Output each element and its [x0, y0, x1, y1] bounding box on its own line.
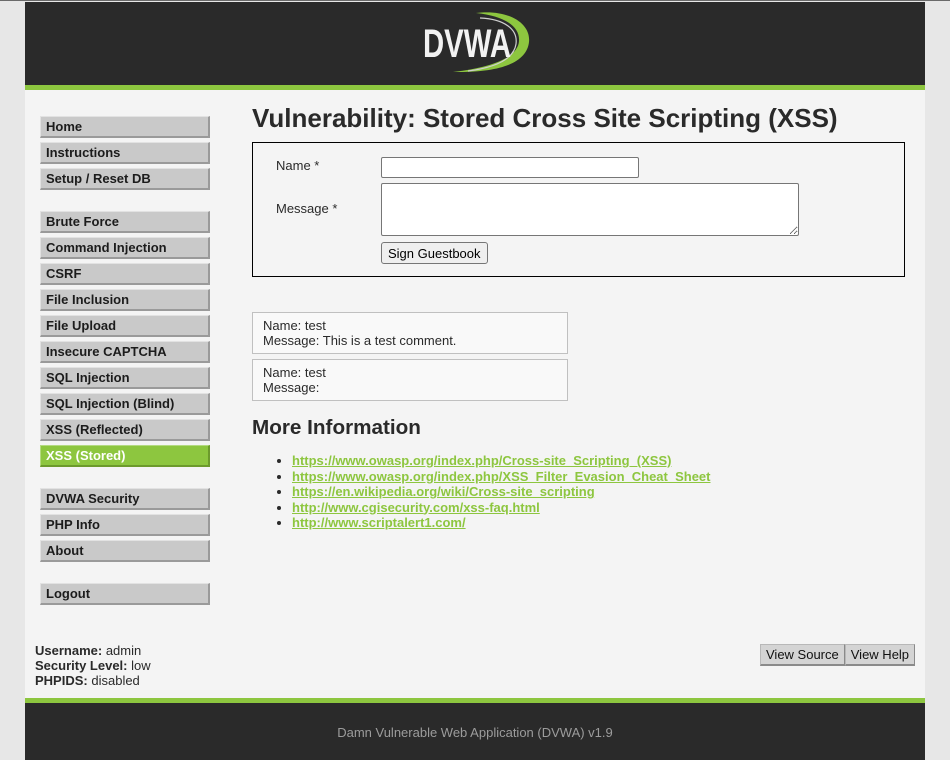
more-info-list-item: http://www.scriptalert1.com/ — [292, 515, 711, 531]
menu-item-home[interactable]: Home — [40, 116, 210, 138]
page-title: Vulnerability: Stored Cross Site Scripti… — [252, 103, 838, 133]
guestbook-form: Name * Message * Sign Guestbook — [252, 142, 905, 277]
menu-group-settings: DVWA Security PHP Info About — [40, 488, 210, 562]
more-info-list-item: https://www.owasp.org/index.php/Cross-si… — [292, 453, 711, 469]
comment-name-value: test — [304, 318, 326, 333]
footer: Damn Vulnerable Web Application (DVWA) v… — [25, 698, 925, 760]
name-field-label: Name * — [276, 158, 320, 173]
link-wikipedia-xss[interactable]: https://en.wikipedia.org/wiki/Cross-site… — [292, 484, 595, 499]
security-level-line: Security Level: low — [35, 658, 151, 673]
menu-item-setup-reset-db[interactable]: Setup / Reset DB — [40, 168, 210, 190]
message-field-label: Message * — [276, 201, 338, 216]
link-owasp-xss[interactable]: https://www.owasp.org/index.php/Cross-si… — [292, 453, 671, 468]
menu-item-xss-reflected[interactable]: XSS (Reflected) — [40, 419, 210, 441]
security-level-value: low — [131, 658, 151, 673]
more-information-heading: More Information — [252, 416, 421, 439]
comment-name-line: Name: test — [263, 318, 557, 333]
comment-message-line: Message: This is a test comment. — [263, 333, 557, 348]
username-line: Username: admin — [35, 643, 151, 658]
page-container: DVWA Home Instructions Setup / Reset DB … — [25, 2, 925, 760]
menu-item-sql-injection[interactable]: SQL Injection — [40, 367, 210, 389]
main-menu: Home Instructions Setup / Reset DB Brute… — [40, 116, 210, 626]
menu-item-file-inclusion[interactable]: File Inclusion — [40, 289, 210, 311]
menu-item-brute-force[interactable]: Brute Force — [40, 211, 210, 233]
guestbook-comment: Name: test Message: This is a test comme… — [252, 312, 568, 354]
menu-item-csrf[interactable]: CSRF — [40, 263, 210, 285]
link-cgisecurity-xss-faq[interactable]: http://www.cgisecurity.com/xss-faq.html — [292, 500, 540, 515]
logo-text: DVWA — [423, 22, 511, 66]
sign-guestbook-button[interactable]: Sign Guestbook — [381, 242, 488, 264]
menu-group-vulnerabilities: Brute Force Command Injection CSRF File … — [40, 211, 210, 467]
view-help-button[interactable]: View Help — [844, 644, 916, 666]
menu-group-logout: Logout — [40, 583, 210, 605]
more-info-list-item: https://www.owasp.org/index.php/XSS_Filt… — [292, 469, 711, 485]
session-info: Username: admin Security Level: low PHPI… — [35, 643, 151, 688]
phpids-label: PHPIDS: — [35, 673, 88, 688]
menu-item-command-injection[interactable]: Command Injection — [40, 237, 210, 259]
comment-name-value: test — [304, 365, 326, 380]
more-info-list-item: https://en.wikipedia.org/wiki/Cross-site… — [292, 484, 711, 500]
menu-item-about[interactable]: About — [40, 540, 210, 562]
menu-item-dvwa-security[interactable]: DVWA Security — [40, 488, 210, 510]
header: DVWA — [25, 2, 925, 90]
comment-name-label: Name: — [263, 365, 302, 380]
menu-item-xss-stored[interactable]: XSS (Stored) — [40, 445, 210, 467]
page-buttons: View Source View Help — [760, 644, 916, 666]
menu-item-sql-injection-blind[interactable]: SQL Injection (Blind) — [40, 393, 210, 415]
comment-message-label: Message: — [263, 380, 320, 395]
link-owasp-filter-evasion[interactable]: https://www.owasp.org/index.php/XSS_Filt… — [292, 469, 711, 484]
username-value: admin — [105, 643, 142, 658]
comment-message-value: This is a test comment. — [322, 333, 457, 348]
menu-item-logout[interactable]: Logout — [40, 583, 210, 605]
username-label: Username: — [35, 643, 103, 658]
guestbook-comment: Name: test Message: — [252, 359, 568, 401]
view-source-button[interactable]: View Source — [760, 644, 845, 666]
footer-text: Damn Vulnerable Web Application (DVWA) v… — [337, 725, 613, 740]
window-top-edge — [0, 0, 950, 1]
comment-message-line: Message: — [263, 380, 557, 395]
link-scriptalert1[interactable]: http://www.scriptalert1.com/ — [292, 515, 466, 530]
menu-item-insecure-captcha[interactable]: Insecure CAPTCHA — [40, 341, 210, 363]
menu-item-php-info[interactable]: PHP Info — [40, 514, 210, 536]
menu-group-general: Home Instructions Setup / Reset DB — [40, 116, 210, 190]
menu-item-file-upload[interactable]: File Upload — [40, 315, 210, 337]
more-information-links: https://www.owasp.org/index.php/Cross-si… — [252, 453, 711, 531]
comment-message-label: Message: — [263, 333, 320, 348]
comment-name-line: Name: test — [263, 365, 557, 380]
menu-item-instructions[interactable]: Instructions — [40, 142, 210, 164]
phpids-value: disabled — [91, 673, 140, 688]
comment-name-label: Name: — [263, 318, 302, 333]
phpids-line: PHPIDS: disabled — [35, 673, 151, 688]
security-level-label: Security Level: — [35, 658, 128, 673]
dvwa-logo: DVWA — [423, 12, 530, 73]
more-info-list-item: http://www.cgisecurity.com/xss-faq.html — [292, 500, 711, 516]
name-input[interactable] — [381, 157, 639, 178]
message-textarea[interactable] — [381, 183, 799, 236]
